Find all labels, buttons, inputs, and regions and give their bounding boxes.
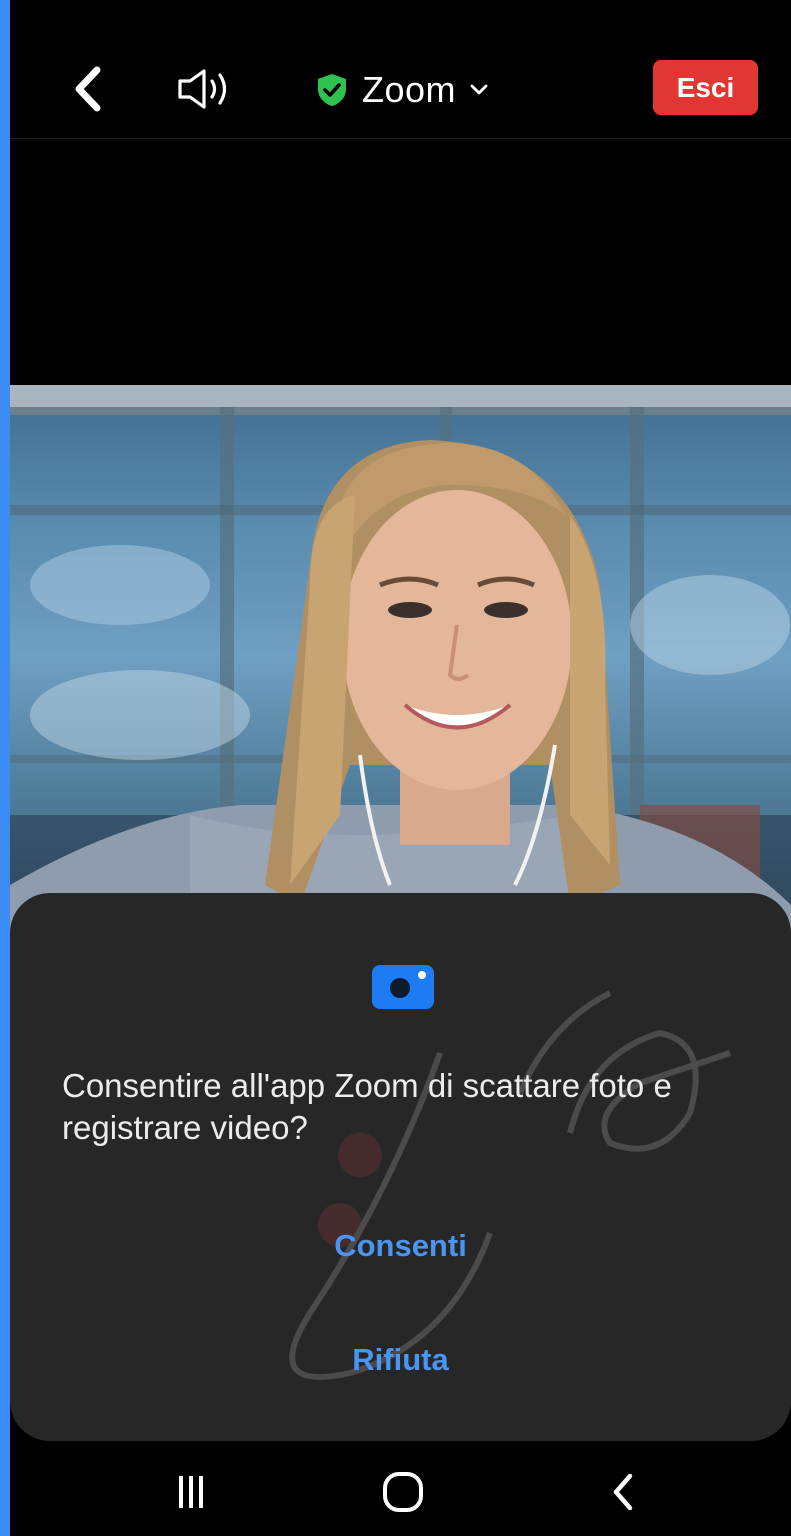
shield-check-icon (318, 74, 346, 106)
home-icon (383, 1472, 423, 1512)
permission-question: Consentire all'app Zoom di scattare foto… (62, 1067, 672, 1146)
leave-meeting-button[interactable]: Esci (653, 60, 758, 115)
chevron-left-icon (75, 66, 101, 112)
back-button[interactable] (66, 62, 110, 116)
meeting-toolbar: Zoom Esci (10, 0, 791, 139)
back-icon (613, 1473, 633, 1511)
camera-icon (370, 961, 436, 1011)
deny-button[interactable]: Rifiuta (10, 1325, 791, 1395)
system-back-button[interactable] (588, 1462, 658, 1522)
recent-apps-button[interactable] (156, 1462, 226, 1522)
recent-apps-icon (179, 1476, 203, 1508)
zoom-meeting-screen: Zoom Esci Consentire all'app Zoom di sca… (0, 0, 791, 1536)
allow-button[interactable]: Consenti (10, 1211, 791, 1281)
chevron-down-icon (470, 84, 488, 95)
camera-permission-dialog: Consentire all'app Zoom di scattare foto… (10, 893, 791, 1441)
meeting-title: Zoom (362, 69, 457, 110)
edge-stripe (0, 0, 10, 1536)
speaker-icon (178, 69, 227, 109)
meeting-title-dropdown[interactable]: Zoom (316, 64, 488, 116)
system-navigation-bar (10, 1444, 791, 1536)
speaker-button[interactable] (170, 64, 240, 114)
home-button[interactable] (368, 1462, 438, 1522)
